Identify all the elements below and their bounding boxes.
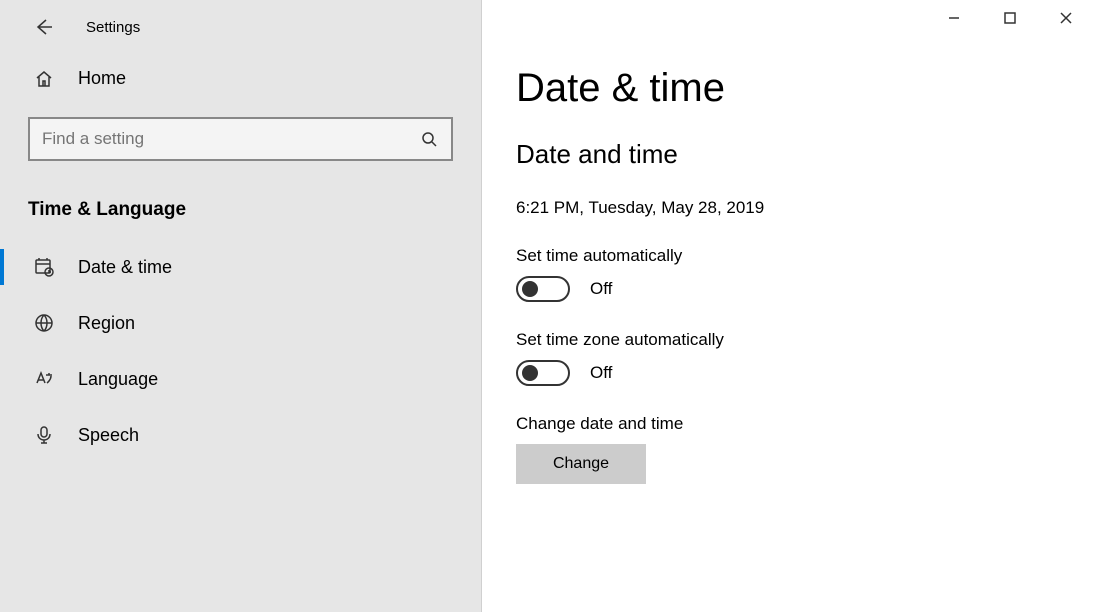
search-input[interactable]: [42, 129, 419, 149]
toggle-knob: [522, 365, 538, 381]
language-icon: [34, 369, 56, 389]
home-label: Home: [78, 68, 126, 89]
globe-icon: [34, 313, 56, 333]
sidebar-home[interactable]: Home: [0, 54, 481, 103]
search-icon: [419, 129, 439, 149]
minimize-button[interactable]: [939, 6, 969, 30]
set-tz-auto-row: Off: [516, 360, 1101, 386]
sidebar-item-region[interactable]: Region: [0, 295, 481, 351]
set-time-auto-row: Off: [516, 276, 1101, 302]
set-tz-auto-state: Off: [590, 363, 612, 383]
nav-label: Speech: [78, 425, 139, 446]
close-icon: [1060, 12, 1072, 24]
sidebar: Settings Home Time & Language Date & tim…: [0, 0, 482, 612]
home-icon: [34, 69, 56, 89]
set-time-auto-toggle[interactable]: [516, 276, 570, 302]
sidebar-header: Settings: [0, 0, 481, 54]
window-controls: [939, 6, 1101, 30]
arrow-left-icon: [34, 18, 52, 36]
page-title: Date & time: [516, 66, 1101, 111]
section-heading: Date and time: [516, 139, 1101, 170]
app-name-label: Settings: [86, 19, 140, 36]
content-area: Date & time Date and time 6:21 PM, Tuesd…: [482, 0, 1101, 612]
nav-label: Language: [78, 369, 158, 390]
set-tz-auto-toggle[interactable]: [516, 360, 570, 386]
minimize-icon: [948, 12, 960, 24]
change-button[interactable]: Change: [516, 444, 646, 484]
search-box[interactable]: [28, 117, 453, 161]
current-datetime: 6:21 PM, Tuesday, May 28, 2019: [516, 198, 1101, 218]
set-time-auto-state: Off: [590, 279, 612, 299]
toggle-knob: [522, 281, 538, 297]
close-button[interactable]: [1051, 6, 1081, 30]
category-label: Time & Language: [0, 175, 481, 239]
sidebar-item-speech[interactable]: Speech: [0, 407, 481, 463]
nav-label: Region: [78, 313, 135, 334]
set-time-auto-label: Set time automatically: [516, 246, 1101, 266]
set-tz-auto-label: Set time zone automatically: [516, 330, 1101, 350]
back-button[interactable]: [34, 18, 52, 36]
change-button-label: Change: [553, 455, 609, 473]
calendar-clock-icon: [34, 257, 56, 277]
change-dt-label: Change date and time: [516, 414, 1101, 434]
sidebar-item-language[interactable]: Language: [0, 351, 481, 407]
sidebar-item-date-time[interactable]: Date & time: [0, 239, 481, 295]
maximize-button[interactable]: [995, 6, 1025, 30]
maximize-icon: [1004, 12, 1016, 24]
nav-label: Date & time: [78, 257, 172, 278]
microphone-icon: [34, 425, 56, 445]
